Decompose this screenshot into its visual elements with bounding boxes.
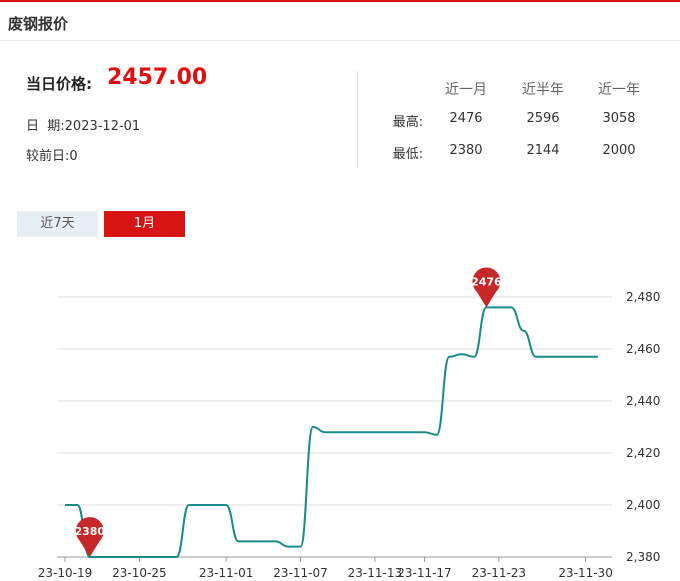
tab-7days[interactable]: 近7天 [17, 211, 98, 237]
stats-col-halfyear: 近半年 [522, 82, 564, 98]
y-tick-label: 2,420 [626, 446, 660, 460]
x-tick-label: 23-11-07 [273, 566, 327, 580]
x-tick-label: 23-11-23 [472, 566, 526, 580]
x-tick-label: 23-10-25 [112, 566, 166, 580]
y-tick-label: 2,440 [626, 394, 660, 408]
x-tick-label: 23-11-01 [199, 566, 253, 580]
x-tick-label: 23-11-30 [558, 566, 612, 580]
y-tick-label: 2,400 [626, 498, 660, 512]
x-tick-label: 23-10-19 [38, 566, 92, 580]
page-title: 废钢报价 [8, 15, 69, 33]
x-tick-label: 23-11-13 [348, 566, 402, 580]
date-value: 2023-12-01 [64, 119, 141, 134]
y-tick-label: 2,480 [626, 290, 660, 304]
current-price-value: 2457.00 [107, 65, 208, 90]
page-header: 废钢报价 [0, 0, 680, 41]
x-tick-label: 23-11-17 [397, 566, 451, 580]
change-row: 较前日:0 [26, 145, 78, 164]
stats-low-year: 2000 [602, 143, 636, 158]
date-label: 日 期: [26, 119, 65, 134]
price-line-chart: 2,380 2,400 2,420 2,440 2,460 2,480 23-10-19 23… [38, 267, 660, 580]
tab-1month[interactable]: 1月 [104, 211, 185, 237]
y-tick-label: 2,380 [626, 550, 660, 564]
current-price-label: 当日价格: [26, 75, 92, 93]
extreme-pin-label: 2380 [74, 525, 105, 538]
stats-low-halfyear: 2144 [526, 143, 560, 158]
date-row: 日 期:2023-12-01 [26, 115, 140, 134]
stats-col-year: 近一年 [598, 82, 640, 98]
stats-col-month: 近一月 [445, 82, 487, 98]
stats-high-month: 2476 [449, 111, 483, 126]
change-value: 0 [69, 149, 78, 164]
stats-high-halfyear: 2596 [526, 111, 560, 126]
price-summary: 当日价格: 2457.00 日 期:2023-12-01 较前日:0 近一月 近… [0, 41, 680, 191]
summary-divider [357, 71, 358, 168]
price-series-line [65, 306, 598, 558]
change-label: 较前日: [26, 149, 70, 164]
stats-low-month: 2380 [449, 143, 483, 158]
y-tick-label: 2,460 [626, 342, 660, 356]
stats-high-year: 3058 [602, 111, 636, 126]
extreme-pin-label: 2476 [471, 275, 502, 288]
